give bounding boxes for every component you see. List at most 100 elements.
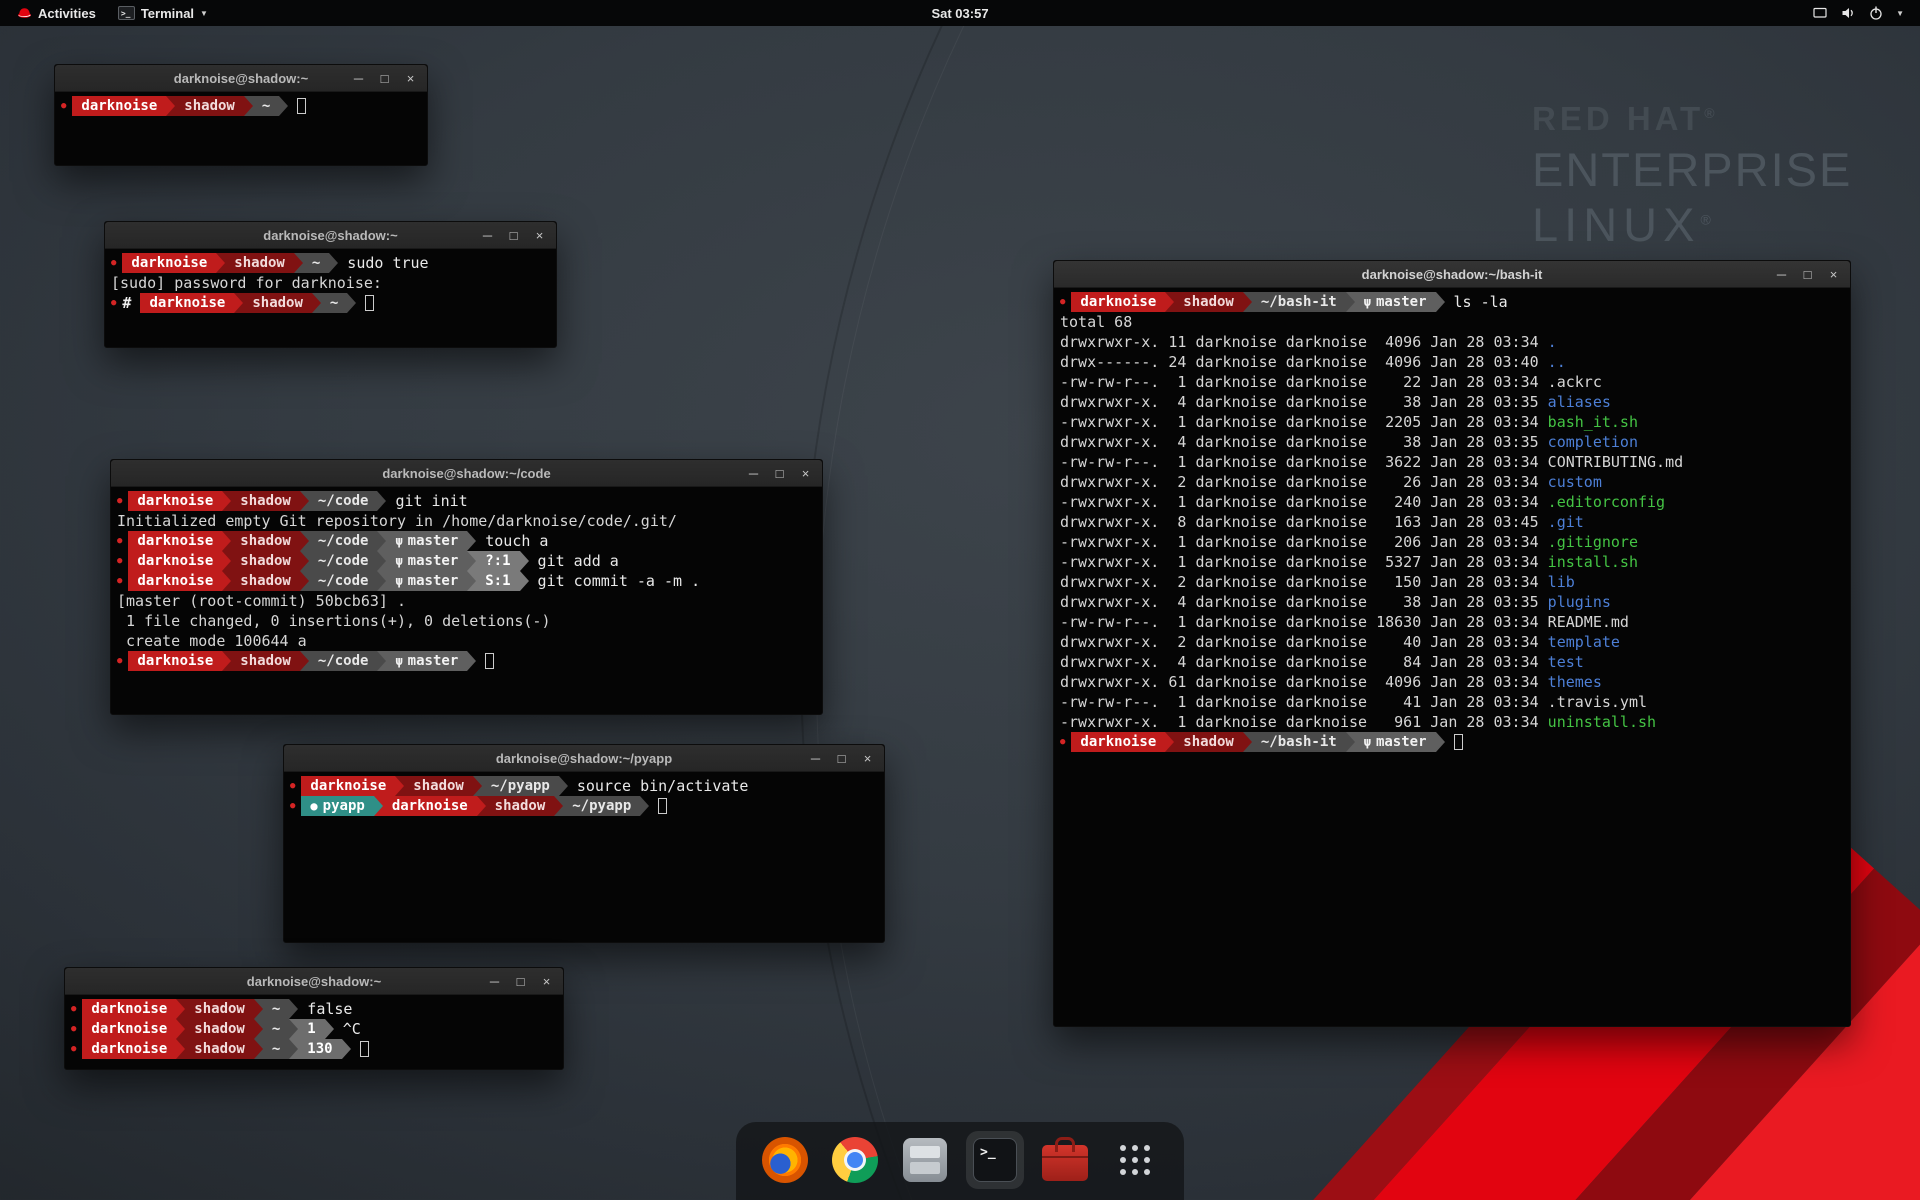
prompt-segment-u: darknoise [128,491,222,511]
powerline-arrow [222,571,231,591]
close-button[interactable]: × [861,751,874,766]
terminal-line: drwxrwxr-x. 61 darknoise darknoise 4096 … [1060,672,1844,692]
close-button[interactable]: × [799,466,812,481]
maximize-button[interactable]: □ [835,751,848,766]
prompt-segment-e: 130 [298,1039,341,1059]
terminal-line: -rw-rw-r--. 1 darknoise darknoise 22 Jan… [1060,372,1844,392]
dock-item-apps[interactable] [1106,1131,1164,1189]
root-hash: # [122,294,140,312]
terminal-line: drwxrwxr-x. 2 darknoise darknoise 40 Jan… [1060,632,1844,652]
terminal-line: ●darknoiseshadow~/bash-itψmasterls -la [1060,292,1844,312]
powerline-arrow [254,1039,263,1059]
terminal-content[interactable]: ●darknoiseshadow~false●darknoiseshadow~1… [65,995,563,1063]
dock-item-toolbox[interactable] [1036,1131,1094,1189]
terminal-line: drwxrwxr-x. 4 darknoise darknoise 38 Jan… [1060,392,1844,412]
output-text: drwxrwxr-x. 4 darknoise darknoise 38 Jan… [1060,433,1548,451]
activities-button[interactable]: Activities [6,0,107,26]
window-titlebar[interactable]: darknoise@shadow:~/bash-it ─ □ × [1054,261,1850,288]
system-status-area[interactable]: ▼ [1804,0,1912,26]
prompt-segment-s: ?:1 [476,551,519,571]
powerline-arrow [1346,292,1355,312]
minimize-button[interactable]: ─ [488,974,501,989]
dock-item-terminal[interactable]: >_ [966,1131,1024,1189]
terminal-content[interactable]: ●darknoiseshadow~/codegit initInitialize… [111,487,822,675]
terminal-content[interactable]: ●darknoiseshadow~ [55,92,427,120]
powerline-arrow [279,96,288,116]
terminal-line: ●darknoiseshadow~/codeψmaster?:1git add … [117,551,816,571]
maximize-button[interactable]: □ [773,466,786,481]
window-titlebar[interactable]: darknoise@shadow:~─□× [65,968,563,995]
window-titlebar[interactable]: darknoise@shadow:~─□× [55,65,427,92]
dock-item-chrome[interactable] [826,1131,884,1189]
maximize-button[interactable]: □ [514,974,527,989]
close-button[interactable]: × [1827,267,1840,282]
terminal-window-w4: darknoise@shadow:~/pyapp─□×●darknoisesha… [283,744,885,943]
terminal-line: Initialized empty Git repository in /hom… [117,511,816,531]
minimize-button[interactable]: ─ [1775,267,1788,282]
window-titlebar[interactable]: darknoise@shadow:~/code─□× [111,460,822,487]
close-button[interactable]: × [404,71,417,86]
output-text: total 68 [1060,313,1132,331]
terminal-line: ●darknoiseshadow~false [71,999,557,1019]
prompt-segment-u: darknoise [1071,732,1165,752]
output-text: themes [1548,673,1602,691]
maximize-button[interactable]: □ [1801,267,1814,282]
powerline-arrow [300,571,309,591]
dock-item-files[interactable] [896,1131,954,1189]
prompt-segment-h: shadow [231,571,300,591]
prompt-segment-p: ~/code [309,571,378,591]
output-text: uninstall.sh [1548,713,1656,731]
branch-icon: ψ [1364,295,1371,309]
redhat-prompt-icon: ● [290,796,295,816]
maximize-button[interactable]: □ [507,228,520,243]
minimize-button[interactable]: ─ [481,228,494,243]
minimize-button[interactable]: ─ [809,751,822,766]
output-text: .. [1548,353,1566,371]
powerline-arrow [216,253,225,273]
redhat-prompt-icon: ● [117,551,122,571]
output-text: -rwxrwxr-x. 1 darknoise darknoise 2205 J… [1060,413,1548,431]
redhat-prompt-icon: ● [71,999,76,1019]
prompt-segment-h: shadow [231,531,300,551]
maximize-button[interactable]: □ [378,71,391,86]
powerline-arrow [176,1039,185,1059]
command-text: source bin/activate [568,777,749,795]
powerline-arrow [222,651,231,671]
prompt-segment-u: darknoise [122,253,216,273]
window-titlebar[interactable]: darknoise@shadow:~/pyapp─□× [284,745,884,772]
powerline-arrow [477,796,486,816]
minimize-button[interactable]: ─ [747,466,760,481]
window-title: darknoise@shadow:~ [263,228,397,243]
prompt-segment-u: darknoise [140,293,234,313]
prompt-segment-p: ~ [303,253,329,273]
prompt-segment-h: shadow [185,999,254,1019]
terminal-content[interactable]: ●darknoiseshadow~sudo true[sudo] passwor… [105,249,556,317]
powerline-arrow [1165,292,1174,312]
terminal-line: ●darknoiseshadow~/codeψmasterS:1git comm… [117,571,816,591]
terminal-content[interactable]: ●darknoiseshadow~/bash-itψmasterls -lato… [1054,288,1850,756]
minimize-button[interactable]: ─ [352,71,365,86]
dock-item-firefox[interactable] [756,1131,814,1189]
powerline-arrow [520,551,529,571]
prompt-segment-h: shadow [175,96,244,116]
prompt-segment-h: shadow [185,1039,254,1059]
prompt-segment-h: shadow [1174,292,1243,312]
redhat-prompt-icon: ● [71,1019,76,1039]
output-text: -rwxrwxr-x. 1 darknoise darknoise 240 Ja… [1060,493,1548,511]
output-text: drwxrwxr-x. 2 darknoise darknoise 40 Jan… [1060,633,1548,651]
window-title: darknoise@shadow:~/bash-it [1362,267,1543,282]
close-button[interactable]: × [533,228,546,243]
power-icon [1868,5,1884,21]
window-titlebar[interactable]: darknoise@shadow:~ ─ □ × [105,222,556,249]
close-button[interactable]: × [540,974,553,989]
output-text: . [1548,333,1557,351]
terminal-content[interactable]: ●darknoiseshadow~/pyappsource bin/activa… [284,772,884,820]
terminal-line: ●# darknoiseshadow~ [111,293,550,313]
output-text: install.sh [1548,553,1638,571]
clock[interactable]: Sat 03:57 [931,6,988,21]
app-menu-terminal[interactable]: >_ Terminal ▼ [107,0,219,26]
powerline-arrow [1243,732,1252,752]
terminal-line: [master (root-commit) 50bcb63] . [117,591,816,611]
output-text: CONTRIBUTING.md [1548,453,1683,471]
powerline-arrow [166,96,175,116]
